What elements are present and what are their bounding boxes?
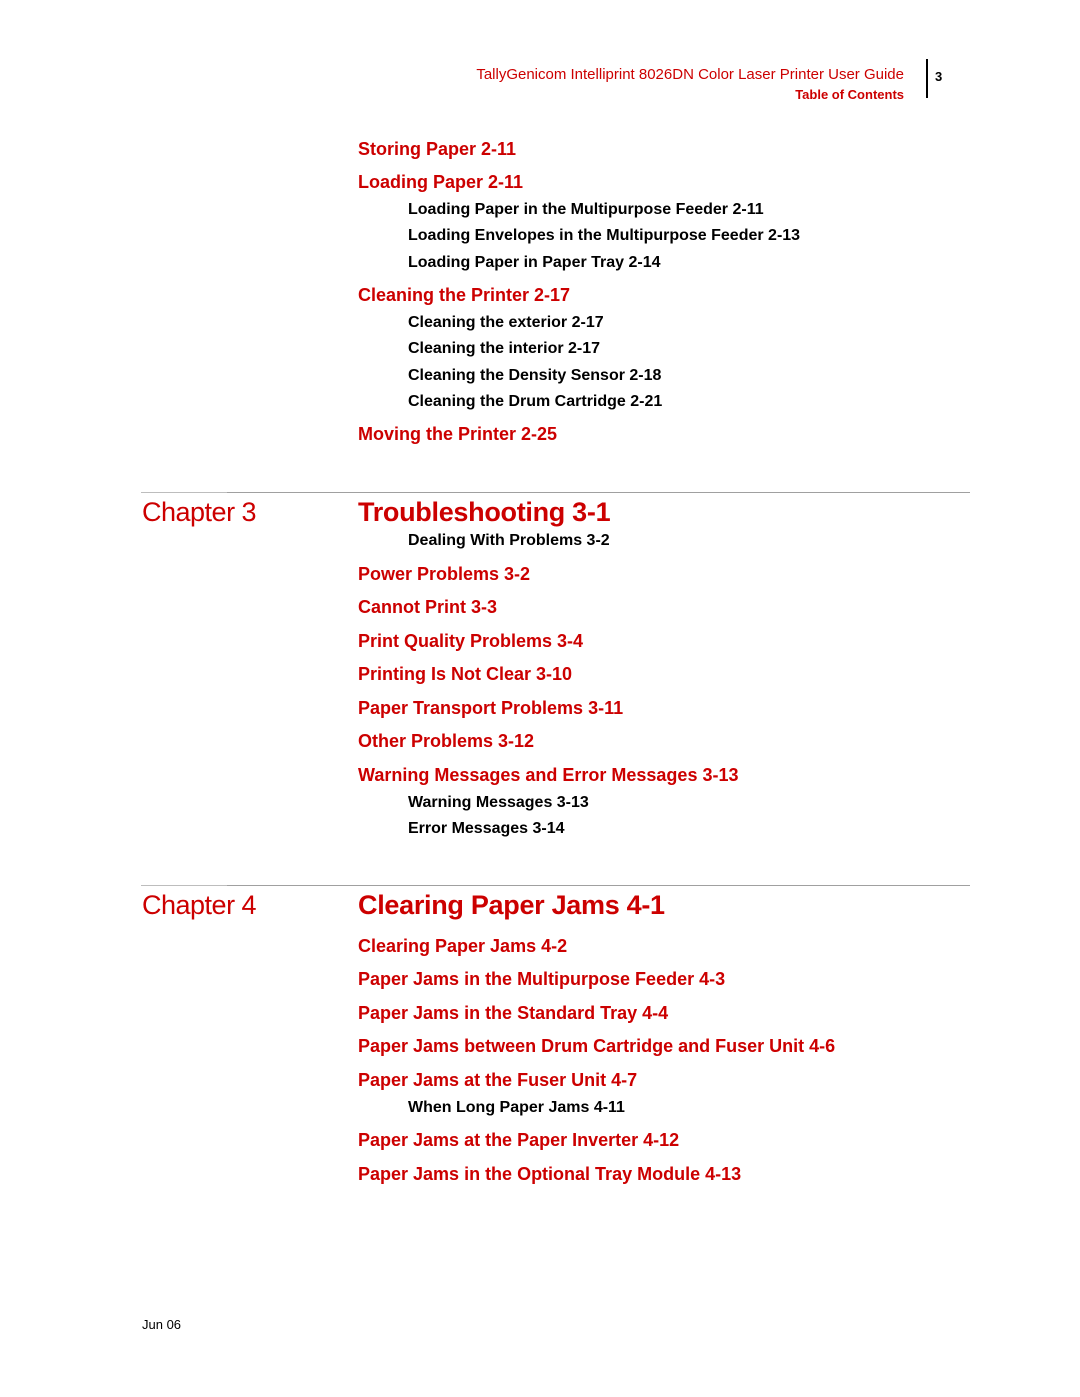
toc-entry-jams-fuser-unit[interactable]: Paper Jams at the Fuser Unit 4-7 — [358, 1070, 637, 1091]
toc-entry-clearing-paper-jams[interactable]: Clearing Paper Jams 4-2 — [358, 936, 567, 957]
chapter-4-label: Chapter 4 — [142, 890, 257, 920]
toc-entry-print-quality[interactable]: Print Quality Problems 3-4 — [358, 631, 583, 652]
toc-subentry-cleaning-drum[interactable]: Cleaning the Drum Cartridge 2-21 — [408, 393, 662, 411]
chapter-3-rule — [141, 492, 970, 494]
footer-date: Jun 06 — [142, 1317, 182, 1332]
toc-entry-storing-paper[interactable]: Storing Paper 2-11 — [358, 139, 516, 160]
toc-entry-other-problems[interactable]: Other Problems 3-12 — [358, 731, 534, 752]
chapter-3-label: Chapter 3 — [142, 497, 257, 527]
toc-entry-cannot-print[interactable]: Cannot Print 3-3 — [358, 597, 497, 618]
toc-entry-power-problems[interactable]: Power Problems 3-2 — [358, 564, 530, 585]
toc-subentry-cleaning-interior[interactable]: Cleaning the interior 2-17 — [408, 340, 600, 358]
toc-subentry-loading-envelopes[interactable]: Loading Envelopes in the Multipurpose Fe… — [408, 227, 800, 245]
page-number: 3 — [935, 69, 943, 84]
guide-title: TallyGenicom Intelliprint 8026DN Color L… — [476, 66, 904, 83]
toc-entry-paper-transport[interactable]: Paper Transport Problems 3-11 — [358, 698, 623, 719]
chapter-3-title[interactable]: Troubleshooting 3-1 — [358, 497, 611, 528]
toc-entry-jams-paper-inverter[interactable]: Paper Jams at the Paper Inverter 4-12 — [358, 1130, 679, 1151]
toc-subentry-long-paper-jams[interactable]: When Long Paper Jams 4-11 — [408, 1099, 625, 1117]
header-divider — [926, 59, 928, 98]
toc-subentry-loading-multipurpose[interactable]: Loading Paper in the Multipurpose Feeder… — [408, 201, 764, 219]
toc-subentry-loading-tray[interactable]: Loading Paper in Paper Tray 2-14 — [408, 254, 661, 272]
chapter-4-rule — [141, 885, 970, 887]
toc-subentry-cleaning-density[interactable]: Cleaning the Density Sensor 2-18 — [408, 367, 661, 385]
toc-subentry-warning-messages[interactable]: Warning Messages 3-13 — [408, 794, 589, 812]
chapter-4-title[interactable]: Clearing Paper Jams 4-1 — [358, 890, 665, 921]
toc-entry-jams-drum-fuser[interactable]: Paper Jams between Drum Cartridge and Fu… — [358, 1036, 835, 1057]
toc-subentry-cleaning-exterior[interactable]: Cleaning the exterior 2-17 — [408, 314, 604, 332]
toc-subentry-error-messages[interactable]: Error Messages 3-14 — [408, 820, 565, 838]
toc-entry-jams-standard-tray[interactable]: Paper Jams in the Standard Tray 4-4 — [358, 1003, 668, 1024]
toc-entry-loading-paper[interactable]: Loading Paper 2-11 — [358, 172, 523, 193]
toc-entry-printing-not-clear[interactable]: Printing Is Not Clear 3-10 — [358, 664, 572, 685]
toc-entry-jams-multipurpose[interactable]: Paper Jams in the Multipurpose Feeder 4-… — [358, 969, 725, 990]
section-title: Table of Contents — [795, 87, 904, 102]
toc-entry-cleaning-printer[interactable]: Cleaning the Printer 2-17 — [358, 285, 570, 306]
toc-entry-jams-optional-tray[interactable]: Paper Jams in the Optional Tray Module 4… — [358, 1164, 741, 1185]
toc-entry-moving-printer[interactable]: Moving the Printer 2-25 — [358, 424, 557, 445]
toc-subentry-dealing-problems[interactable]: Dealing With Problems 3-2 — [408, 532, 610, 550]
toc-entry-warning-error-messages[interactable]: Warning Messages and Error Messages 3-13 — [358, 765, 738, 786]
